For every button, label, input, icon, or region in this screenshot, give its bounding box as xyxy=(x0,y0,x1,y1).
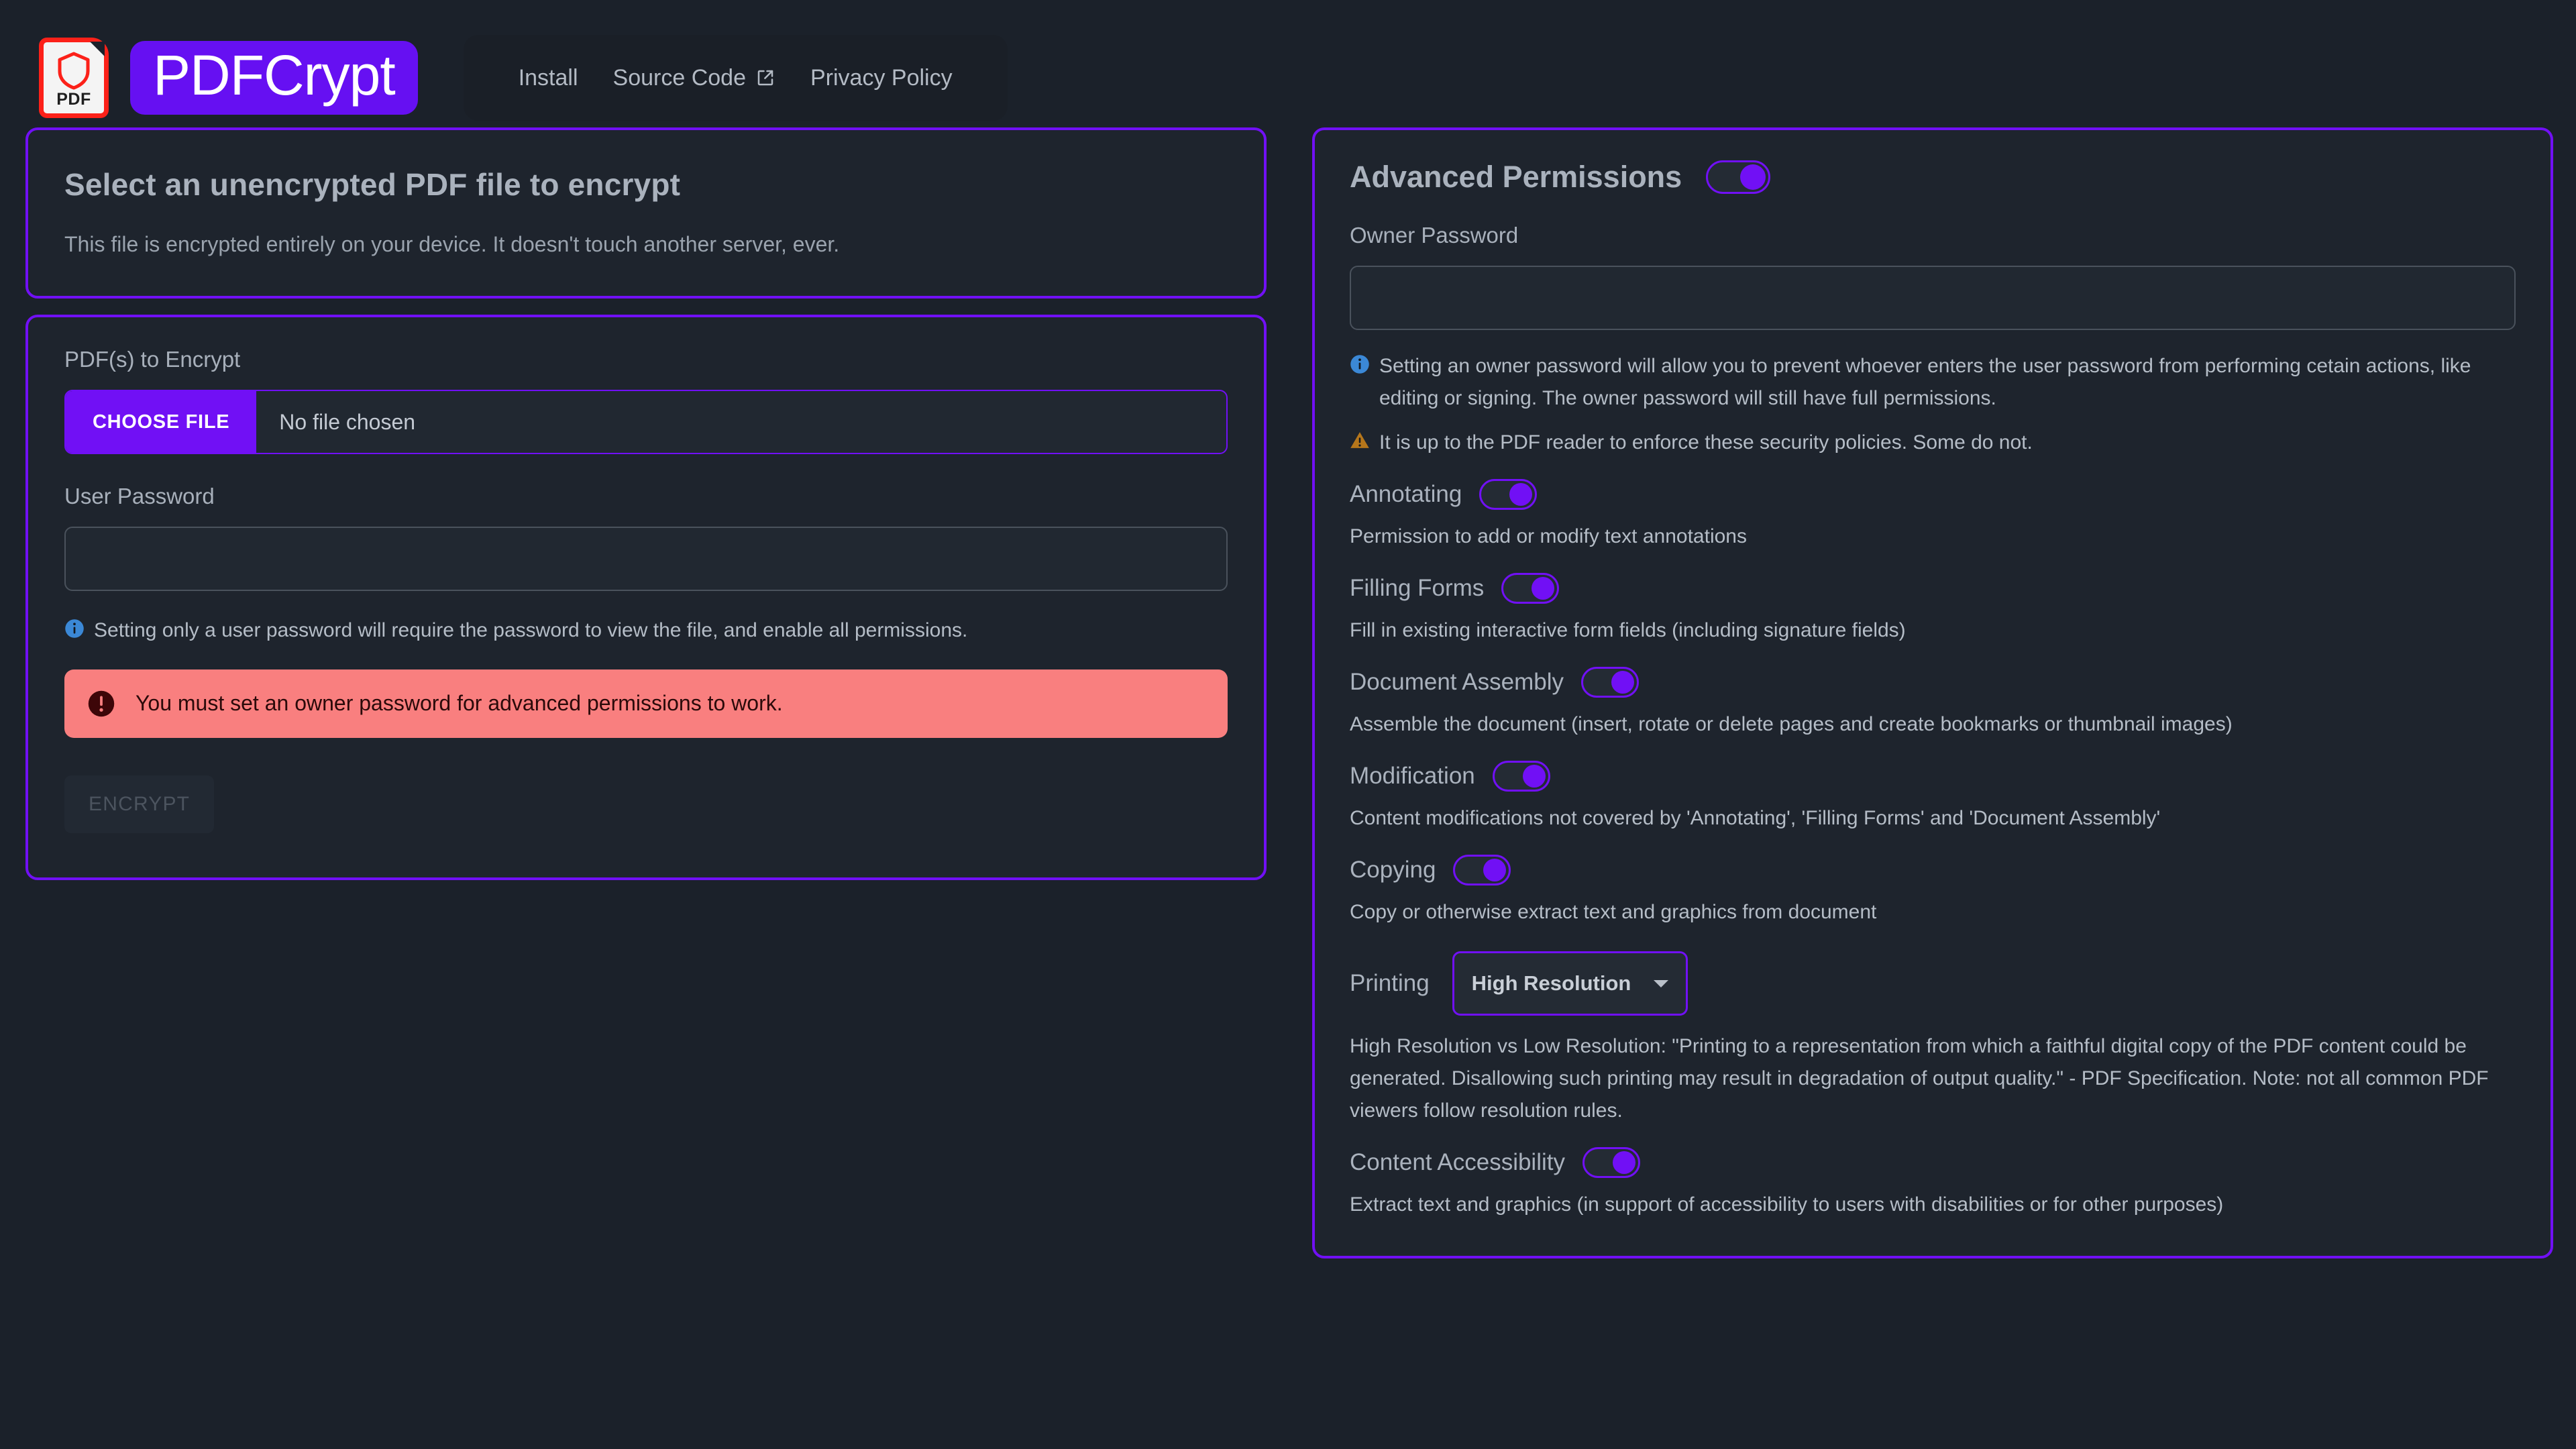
permission-description: Copy or otherwise extract text and graph… xyxy=(1350,901,1877,923)
page-title: Select an unencrypted PDF file to encryp… xyxy=(64,167,681,202)
pdf-icon-label: PDF xyxy=(56,89,91,109)
hint-text: Setting only a user password will requir… xyxy=(94,619,968,641)
note-text: It is up to the PDF reader to enforce th… xyxy=(1379,431,2033,453)
permission-row-content-accessibility: Content Accessibility xyxy=(1350,1147,2516,1178)
app-header: PDF PDFCrypt Install Source Code Privacy… xyxy=(0,0,2576,127)
permission-row-copying: Copying xyxy=(1350,855,2516,885)
nav-item-source-code[interactable]: Source Code xyxy=(596,65,793,91)
permission-label: Document Assembly xyxy=(1350,669,1564,695)
nav-item-label: Source Code xyxy=(612,64,746,91)
brand-badge: PDFCrypt xyxy=(130,41,418,115)
note-text: Setting an owner password will allow you… xyxy=(1379,355,2471,409)
page-subtitle: This file is encrypted entirely on your … xyxy=(64,232,840,256)
file-picker[interactable]: CHOOSE FILE No file chosen xyxy=(64,390,1228,454)
encrypt-button[interactable]: ENCRYPT xyxy=(64,775,215,833)
nav-item-label: Install xyxy=(518,64,578,91)
owner-password-alert: You must set an owner password for advan… xyxy=(64,669,1228,738)
owner-password-info-note: Setting an owner password will allow you… xyxy=(1350,350,2516,415)
permission-label: Filling Forms xyxy=(1350,575,1485,601)
shield-glyph xyxy=(58,52,90,89)
nav-item-label: Privacy Policy xyxy=(810,64,953,91)
brand-logo[interactable]: PDF PDFCrypt xyxy=(39,38,418,118)
permission-description: Permission to add or modify text annotat… xyxy=(1350,525,1747,547)
permission-toggle-content-accessibility[interactable] xyxy=(1582,1147,1640,1178)
warning-icon xyxy=(1350,432,1369,448)
permission-row-annotating: Annotating xyxy=(1350,479,2516,510)
permission-toggle-modification[interactable] xyxy=(1492,761,1550,792)
permission-description: Extract text and graphics (in support of… xyxy=(1350,1193,2224,1216)
printing-description: High Resolution vs Low Resolution: "Prin… xyxy=(1350,1035,2489,1122)
permission-label: Modification xyxy=(1350,763,1475,789)
owner-password-input[interactable] xyxy=(1350,266,2516,330)
right-column: Advanced Permissions Owner Password Sett… xyxy=(1312,127,2553,1275)
brand-name: PDFCrypt xyxy=(153,44,396,107)
choose-file-button[interactable]: CHOOSE FILE xyxy=(66,391,257,453)
page-fold xyxy=(90,42,105,56)
encrypt-form-panel: PDF(s) to Encrypt CHOOSE FILE No file ch… xyxy=(25,315,1267,880)
nav-item-privacy-policy[interactable]: Privacy Policy xyxy=(793,65,970,91)
alert-message: You must set an owner password for advan… xyxy=(136,691,783,715)
intro-panel: Select an unencrypted PDF file to encryp… xyxy=(25,127,1267,299)
advanced-permissions-header: Advanced Permissions xyxy=(1350,160,2516,195)
info-icon xyxy=(65,619,84,638)
permission-toggle-document-assembly[interactable] xyxy=(1581,667,1640,698)
alert-error-icon xyxy=(88,690,115,716)
pdf-shield-icon: PDF xyxy=(39,38,109,118)
permission-description: Fill in existing interactive form fields… xyxy=(1350,619,1906,641)
printing-label: Printing xyxy=(1350,970,1430,996)
permission-row-printing: Printing High Resolution xyxy=(1350,951,2516,1016)
left-column: Select an unencrypted PDF file to encryp… xyxy=(25,127,1267,896)
advanced-permissions-panel: Advanced Permissions Owner Password Sett… xyxy=(1312,127,2553,1258)
printing-resolution-select[interactable]: High Resolution xyxy=(1452,951,1688,1016)
main-columns: Select an unencrypted PDF file to encryp… xyxy=(0,127,2576,1275)
printing-selected-value: High Resolution xyxy=(1471,971,1631,995)
permission-label: Annotating xyxy=(1350,481,1462,507)
permission-toggle-filling-forms[interactable] xyxy=(1501,573,1560,604)
permission-description: Assemble the document (insert, rotate or… xyxy=(1350,713,2233,735)
info-icon xyxy=(1350,355,1369,374)
permission-row-modification: Modification xyxy=(1350,761,2516,792)
owner-password-label: Owner Password xyxy=(1350,223,1519,248)
user-password-label: User Password xyxy=(64,484,215,508)
permission-row-filling-forms: Filling Forms xyxy=(1350,573,2516,604)
chevron-down-icon xyxy=(1654,979,1669,987)
external-link-icon xyxy=(757,70,773,86)
pdf-reader-warning-note: It is up to the PDF reader to enforce th… xyxy=(1350,427,2516,459)
permission-description: Content modifications not covered by 'An… xyxy=(1350,807,2161,829)
permission-toggle-copying[interactable] xyxy=(1453,855,1511,885)
advanced-permissions-title: Advanced Permissions xyxy=(1350,160,1682,194)
pdf-file-label: PDF(s) to Encrypt xyxy=(64,347,241,372)
advanced-permissions-toggle[interactable] xyxy=(1706,160,1771,194)
main-nav: Install Source Code Privacy Policy xyxy=(463,35,1008,121)
permission-toggle-annotating[interactable] xyxy=(1479,479,1538,510)
nav-item-install[interactable]: Install xyxy=(501,65,596,91)
user-password-input[interactable] xyxy=(64,527,1228,591)
user-password-hint: Setting only a user password will requir… xyxy=(64,615,1228,647)
permission-label: Content Accessibility xyxy=(1350,1149,1565,1175)
permission-row-document-assembly: Document Assembly xyxy=(1350,667,2516,698)
chosen-file-status: No file chosen xyxy=(279,409,416,434)
permission-label: Copying xyxy=(1350,857,1436,883)
